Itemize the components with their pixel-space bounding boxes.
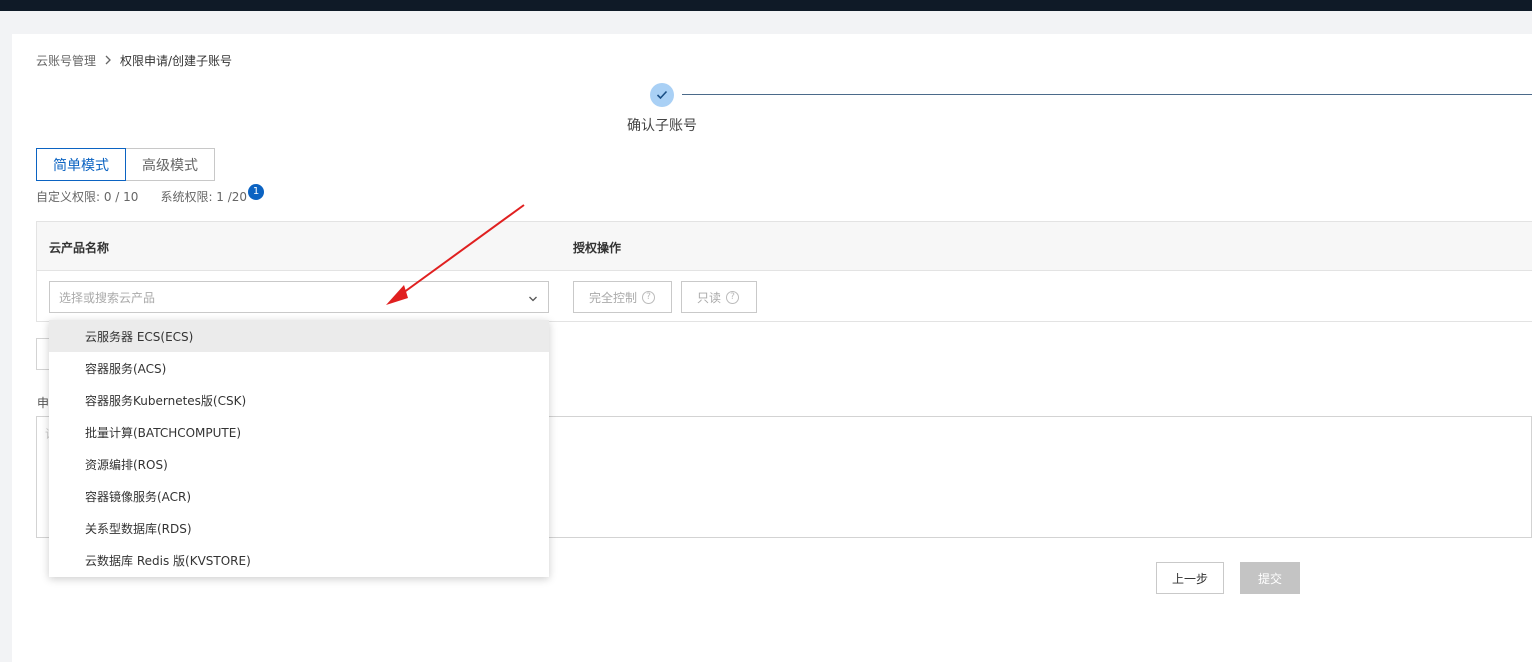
question-circle-icon[interactable]: ? <box>642 290 656 304</box>
permission-quota: 自定义权限: 0 / 10 系统权限: 1 /20 1 <box>36 183 265 205</box>
tab-simple-mode[interactable]: 简单模式 <box>36 148 126 181</box>
read-only-button[interactable]: 只读 ? <box>681 281 757 313</box>
product-select-placeholder: 选择或搜索云产品 <box>59 290 156 305</box>
read-only-label: 只读 <box>697 290 722 305</box>
apply-reason-label: 申 <box>37 396 49 410</box>
dropdown-option[interactable]: 云服务器 ECS(ECS) <box>49 320 549 352</box>
breadcrumb-current: 权限申请/创建子账号 <box>120 54 233 68</box>
chevron-right-icon <box>104 54 112 68</box>
product-dropdown-menu: 云服务器 ECS(ECS) 容器服务(ACS) 容器服务Kubernetes版(… <box>49 320 549 577</box>
column-header-action: 授权操作 <box>573 241 622 255</box>
custom-permission-quota: 自定义权限: 0 / 10 <box>36 190 139 204</box>
add-permission-button[interactable] <box>36 338 50 370</box>
permission-table-header: 云产品名称 授权操作 <box>36 221 1532 271</box>
question-circle-icon[interactable]: ? <box>726 290 740 304</box>
breadcrumb-cloud-account[interactable]: 云账号管理 <box>36 52 96 69</box>
product-select[interactable]: 选择或搜索云产品 <box>49 281 549 313</box>
system-permission-count-badge: 1 <box>248 183 265 200</box>
chevron-down-icon <box>528 292 538 306</box>
step-connector-line <box>682 94 1532 95</box>
full-control-label: 完全控制 <box>589 290 638 305</box>
column-header-product: 云产品名称 <box>49 241 110 255</box>
step-completed-marker <box>650 83 674 107</box>
dropdown-option[interactable]: 容器服务Kubernetes版(CSK) <box>49 384 549 416</box>
dropdown-option[interactable]: 云数据库 Redis 版(KVSTORE) <box>49 544 549 576</box>
step-label-confirm-account: 确认子账号 <box>627 118 697 134</box>
check-icon <box>656 90 668 100</box>
submit-button[interactable]: 提交 <box>1240 562 1300 594</box>
dropdown-option[interactable]: 关系型数据库(RDS) <box>49 512 549 544</box>
dropdown-option[interactable]: 容器服务(ACS) <box>49 352 549 384</box>
dropdown-option[interactable]: 批量计算(BATCHCOMPUTE) <box>49 416 549 448</box>
full-control-button[interactable]: 完全控制 ? <box>573 281 672 313</box>
breadcrumb: 云账号管理 权限申请/创建子账号 <box>36 52 232 69</box>
system-permission-quota: 系统权限: 1 /20 <box>160 190 248 204</box>
dropdown-option[interactable]: 容器镜像服务(ACR) <box>49 480 549 512</box>
mode-tabs: 简单模式 高级模式 <box>36 148 215 181</box>
previous-step-button[interactable]: 上一步 <box>1156 562 1224 594</box>
top-navigation-bar <box>0 0 1532 11</box>
tab-advanced-mode[interactable]: 高级模式 <box>126 148 215 181</box>
dropdown-option[interactable]: 资源编排(ROS) <box>49 448 549 480</box>
